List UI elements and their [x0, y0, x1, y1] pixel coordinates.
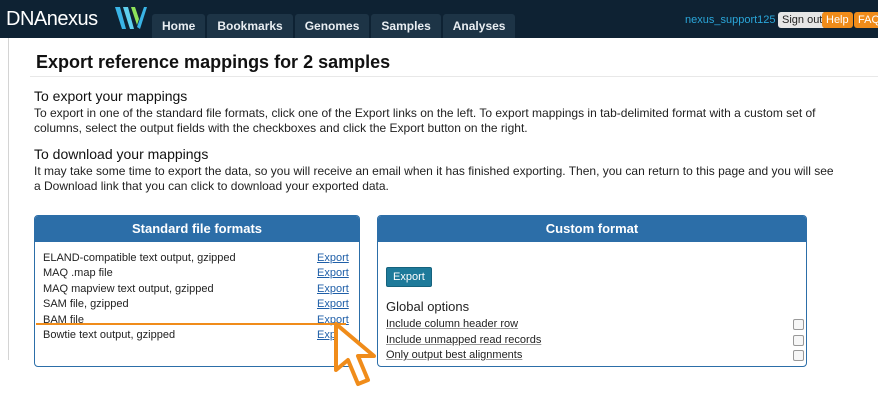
download-instructions: It may take some time to export the data…: [34, 164, 834, 193]
option-row: Include unmapped read records: [386, 334, 804, 349]
option-label-best-alignments[interactable]: Only output best alignments: [386, 349, 522, 361]
checkbox-best-alignments[interactable]: [793, 350, 804, 361]
standard-formats-panel: Standard file formats ELAND-compatible t…: [34, 215, 360, 367]
title-divider: [30, 76, 878, 77]
tab-genomes[interactable]: Genomes: [294, 14, 370, 38]
highlight-underline: [36, 323, 346, 325]
main-nav: Home Bookmarks Genomes Samples Analyses: [152, 14, 517, 38]
page-title: Export reference mappings for 2 samples: [36, 52, 391, 72]
format-label: SAM file, gzipped: [43, 298, 129, 310]
checkbox-unmapped-reads[interactable]: [793, 335, 804, 346]
option-row: Include column header row: [386, 318, 804, 333]
page-border: [8, 38, 9, 360]
export-link-maq-mapview[interactable]: Export: [317, 283, 349, 295]
custom-export-button[interactable]: Export: [386, 267, 432, 287]
option-label-header-row[interactable]: Include column header row: [386, 318, 518, 330]
export-heading: To export your mappings: [34, 88, 188, 104]
checkbox-header-row[interactable]: [793, 319, 804, 330]
option-row: Only output best alignments: [386, 349, 804, 364]
top-bar: DNAnexus Home Bookmarks Genomes Samples …: [0, 0, 878, 38]
logo-mark-icon: [115, 7, 147, 29]
format-label: ELAND-compatible text output, gzipped: [43, 252, 236, 264]
download-heading: To download your mappings: [34, 146, 209, 162]
export-link-maq-map[interactable]: Export: [317, 267, 349, 279]
format-label: Bowtie text output, gzipped: [43, 329, 176, 341]
format-label: MAQ mapview text output, gzipped: [43, 283, 214, 295]
sign-out-button[interactable]: Sign out: [778, 12, 827, 28]
standard-formats-title: Standard file formats: [35, 216, 359, 242]
format-label: MAQ .map file: [43, 267, 113, 279]
faq-button[interactable]: FAQ: [854, 12, 878, 28]
tab-samples[interactable]: Samples: [371, 14, 441, 38]
format-row: MAQ mapview text output, gzipped Export: [43, 283, 351, 298]
pointer-cursor-icon: [334, 322, 376, 386]
tab-bookmarks[interactable]: Bookmarks: [207, 14, 293, 38]
format-row: MAQ .map file Export: [43, 267, 351, 282]
option-label-unmapped-reads[interactable]: Include unmapped read records: [386, 334, 541, 346]
help-button[interactable]: Help: [822, 12, 853, 28]
tab-home[interactable]: Home: [152, 14, 206, 38]
format-row: ELAND-compatible text output, gzipped Ex…: [43, 252, 351, 267]
tab-analyses[interactable]: Analyses: [442, 14, 516, 38]
format-row: SAM file, gzipped Export: [43, 298, 351, 313]
global-options-heading: Global options: [386, 299, 470, 314]
export-link-sam[interactable]: Export: [317, 298, 349, 310]
custom-format-panel: Custom format Export Global options Incl…: [377, 215, 807, 367]
format-row: BAM file Export: [43, 314, 351, 329]
export-link-eland[interactable]: Export: [317, 252, 349, 264]
user-name[interactable]: nexus_support125: [685, 14, 776, 26]
export-instructions: To export in one of the standard file fo…: [34, 106, 816, 135]
format-row: Bowtie text output, gzipped Exp: [43, 329, 351, 344]
custom-format-title: Custom format: [378, 216, 806, 242]
logo[interactable]: DNAnexus: [6, 8, 98, 32]
